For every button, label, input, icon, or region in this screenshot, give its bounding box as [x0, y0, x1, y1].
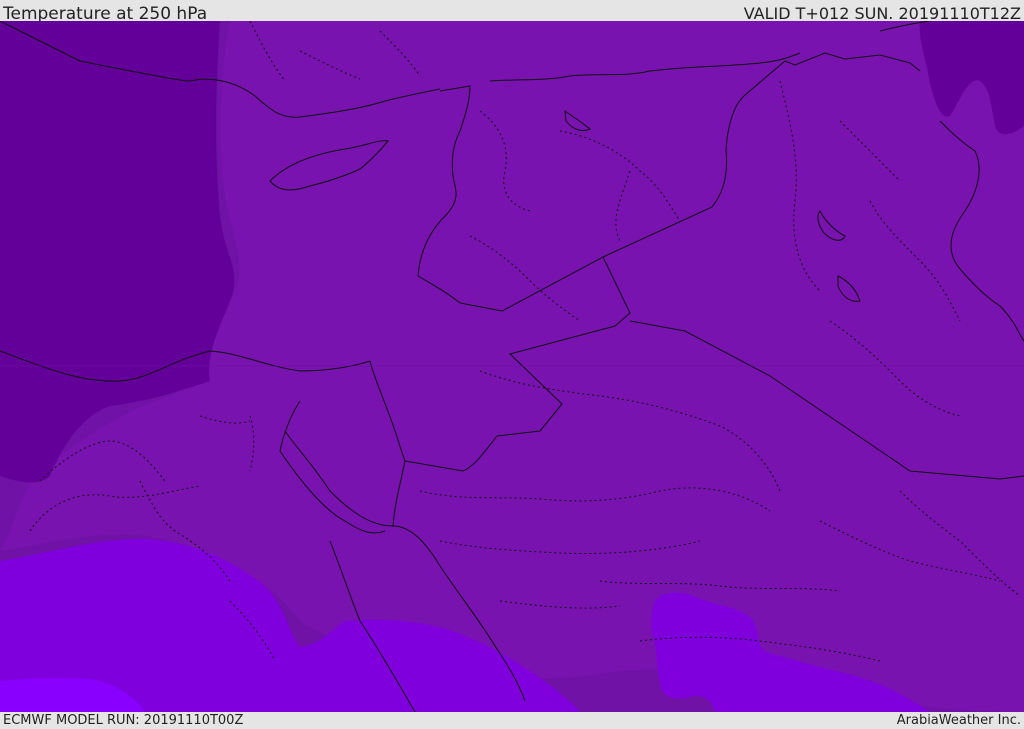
- credit-label: ArabiaWeather Inc.: [896, 713, 1021, 728]
- header-bar: Temperature at 250 hPa VALID T+012 SUN. …: [0, 0, 1024, 24]
- model-run-label: ECMWF MODEL RUN: 20191110T00Z: [3, 713, 244, 728]
- temperature-map: [0, 21, 1024, 712]
- footer-bar: ECMWF MODEL RUN: 20191110T00Z ArabiaWeat…: [0, 712, 1024, 729]
- map-figure: Temperature at 250 hPa VALID T+012 SUN. …: [0, 0, 1024, 729]
